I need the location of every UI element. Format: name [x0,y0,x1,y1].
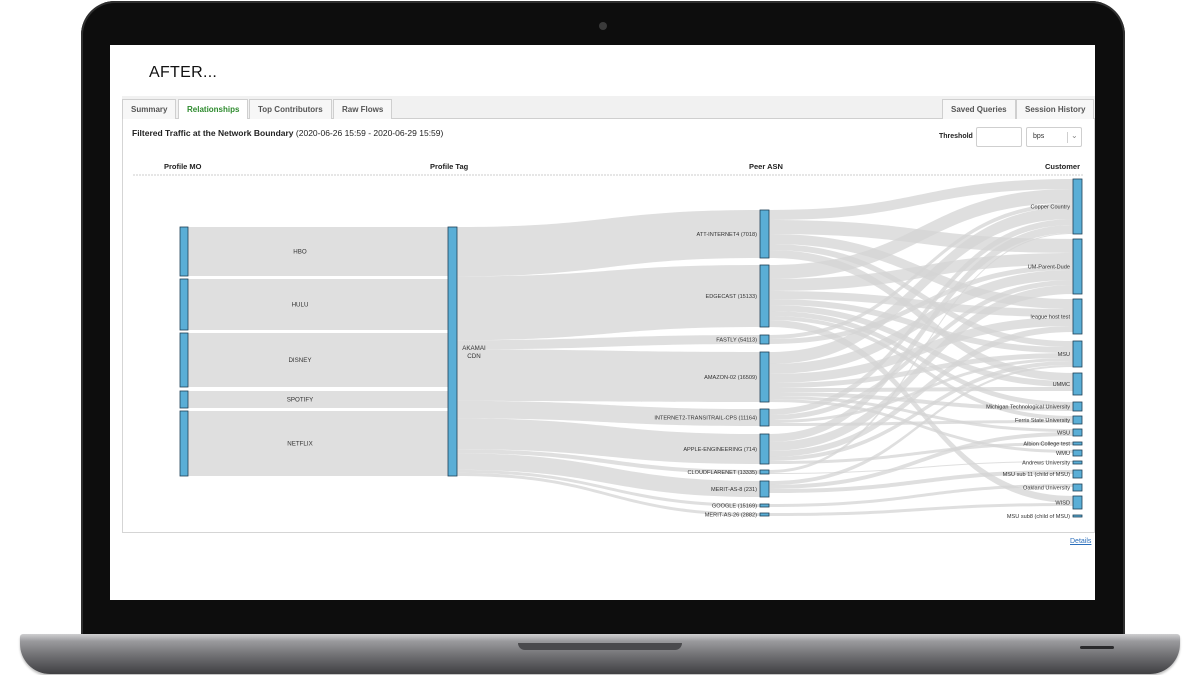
flow-profile-disney [188,333,448,387]
node-asn-cloudflarenet-13335 [759,469,770,475]
laptop-vent [1080,646,1114,649]
label-tag-line1: AKAMAI [462,345,486,352]
label-customer-oakland-university: Oakland University [1023,486,1070,492]
node-asn-fastly-54113 [759,334,770,345]
label-customer-um-parent-dude: UM-Parent-Dude [1028,265,1070,271]
label-customer-msu-sub-11-child-of-msu: MSU sub 11 (child of MSU) [1003,472,1070,478]
node-customer-oakland-university [1072,483,1083,492]
node-profile-hulu [179,278,189,331]
label-profile-netflix: NETFLIX [287,441,312,448]
node-asn-amazon-02-16509 [759,351,770,403]
node-customer-msu-sub8-child-of-msu [1072,514,1083,518]
node-customer-albion-college-test [1072,441,1083,446]
tab-raw-flows[interactable]: Raw Flows [333,99,393,119]
column-header-profile-mo: Profile MO [164,162,202,171]
flow-asn-edgecast-15133 [457,265,760,341]
label-customer-ummc: UMMC [1053,382,1070,388]
node-customer-wsu [1072,428,1083,437]
node-customer-ummc [1072,372,1083,396]
node-customer-ferris-state-university [1072,415,1083,425]
label-asn-merit-as-8-231: MERIT-AS-8 (231) [711,487,757,493]
column-header-profile-tag: Profile Tag [430,162,469,171]
node-customer-wisd [1072,495,1083,510]
node-customer-um-parent-dude [1072,238,1083,295]
node-asn-merit-as-26-2882 [759,512,770,517]
column-header-customer: Customer [1045,162,1080,171]
label-profile-disney: DISNEY [288,357,311,364]
label-customer-andrews-university: Andrews University [1022,461,1070,467]
sankey-diagram: HBO HULU DISNEY SPOTIFY NETFLIX AKAMAICDN ATT-… [133,162,1083,520]
label-asn-google-15169: GOOGLE (15169) [712,504,757,510]
label-customer-wisd: WISD [1055,501,1070,507]
node-customer-copper-country [1072,178,1083,235]
node-profile-disney [179,332,189,388]
flow-profile-hbo [188,227,448,276]
label-customer-copper-country: Copper Country [1031,205,1071,211]
screen: AFTER... Summary Relationships Top Contr… [110,45,1095,600]
node-customer-wmu [1072,449,1083,457]
node-customer-msu-sub-11-child-of-msu [1072,469,1083,479]
node-customer-msu [1072,340,1083,368]
label-asn-merit-as-26-2882: MERIT-AS-26 (2882) [705,513,757,519]
relationships-panel: Filtered Traffic at the Network Boundary… [122,119,1095,533]
node-profile-hbo [179,226,189,277]
page-title: AFTER... [149,64,218,81]
tab-saved-queries[interactable]: Saved Queries [942,99,1016,119]
node-asn-edgecast-15133 [759,264,770,328]
node-asn-google-15169 [759,503,770,508]
node-customer-andrews-university [1072,460,1083,465]
label-customer-ferris-state-university: Ferris State University [1015,418,1070,424]
node-asn-internet2-transitrail-cps-11164 [759,408,770,427]
label-asn-internet2-transitrail-cps-11164: INTERNET2-TRANSITRAIL-CPS (11164) [654,416,757,422]
details-link[interactable]: Details [1070,538,1091,545]
label-profile-spotify: SPOTIFY [287,397,313,404]
label-customer-wmu: WMU [1056,451,1070,457]
label-customer-albion-college-test: Albion College test [1023,442,1070,448]
node-asn-apple-engineering-714 [759,433,770,465]
flow-profile-netflix [188,411,448,476]
laptop-base [20,634,1180,674]
label-profile-hbo: HBO [293,249,307,256]
sankey-flows [188,179,1073,516]
label-asn-att-internet4-7018: ATT-INTERNET4 (7018) [696,232,757,238]
label-asn-cloudflarenet-13335: CLOUDFLARENET (13335) [687,470,757,476]
label-asn-fastly-54113: FASTLY (54113) [716,338,757,344]
label-asn-amazon-02-16509: AMAZON-02 (16509) [704,375,757,381]
label-asn-apple-engineering-714: APPLE-ENGINEERING (714) [683,447,757,453]
tab-session-history[interactable]: Session History [1016,99,1095,119]
label-customer-michigan-technological-university: Michigan Technological University [986,405,1070,411]
label-customer-msu-sub8-child-of-msu: MSU sub8 (child of MSU) [1007,514,1070,520]
node-asn-merit-as-8-231 [759,480,770,498]
tab-bar: Summary Relationships Top Contributors R… [122,96,1095,120]
node-customer-michigan-technological-university [1072,401,1083,412]
label-customer-league-host-test: league host test [1031,315,1071,321]
column-header-peer-asn: Peer ASN [749,162,783,171]
label-asn-edgecast-15133: EDGECAST (15133) [705,294,757,300]
sankey-column-headers: Profile MO Profile Tag Peer ASN Customer [133,162,1083,176]
tab-summary[interactable]: Summary [122,99,177,119]
label-tag-line2: CDN [467,353,480,360]
node-profile-netflix [179,410,189,477]
node-customer-league-host-test [1072,298,1083,335]
laptop-notch [518,643,682,650]
label-customer-wsu: WSU [1057,431,1070,437]
flow-profile-spotify [188,391,448,408]
tab-relationships[interactable]: Relationships [178,99,249,120]
node-asn-att-internet4-7018 [759,209,770,259]
camera-icon [599,22,607,30]
label-profile-hulu: HULU [292,302,309,309]
tab-top-contributors[interactable]: Top Contributors [249,99,332,119]
node-tag-akamai-cdn [447,226,458,477]
flow-profile-hulu [188,279,448,330]
label-customer-msu: MSU [1058,352,1070,358]
node-profile-spotify [179,390,189,409]
